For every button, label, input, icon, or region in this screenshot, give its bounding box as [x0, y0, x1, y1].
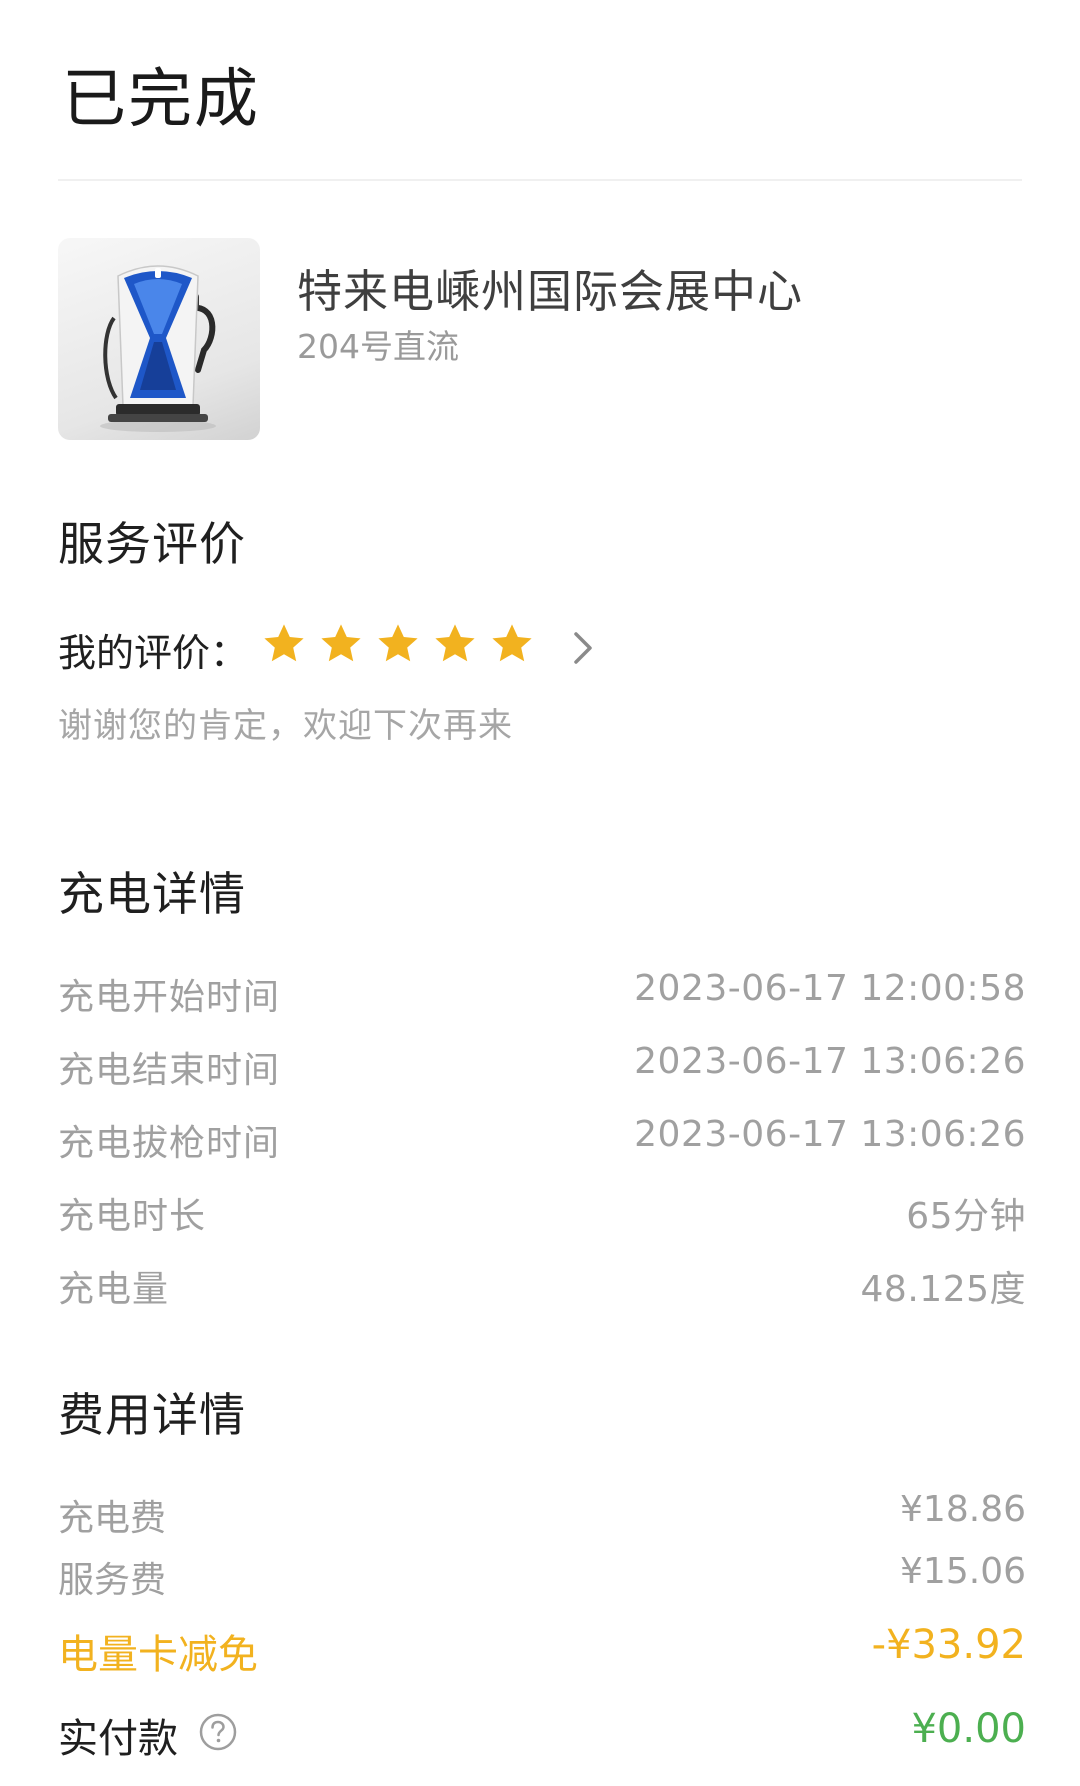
charging-section-title: 充电详情	[58, 867, 246, 921]
fee-value: ¥18.86	[900, 1489, 1026, 1530]
detail-label: 充电拔枪时间	[58, 1123, 281, 1164]
paid-amount-row: 实付款 ¥0.00	[58, 1706, 1026, 1762]
chevron-right-icon[interactable]	[568, 628, 598, 668]
detail-value: 2023-06-17 13:06:26	[634, 1114, 1026, 1155]
rating-label: 我的评价：	[58, 631, 249, 675]
paid-value: ¥0.00	[911, 1706, 1026, 1752]
station-name: 特来电嵊州国际会展中心	[297, 265, 804, 318]
paid-label: 实付款	[58, 1716, 178, 1762]
question-circle-icon[interactable]	[198, 1712, 238, 1752]
detail-label: 充电时长	[58, 1196, 207, 1237]
star-icon	[260, 620, 308, 668]
star-icon	[431, 620, 479, 668]
pile-number: 204号直流	[297, 327, 459, 366]
header-divider	[58, 179, 1022, 181]
detail-value: 65分钟	[906, 1196, 1026, 1237]
my-rating-row[interactable]: 我的评价：	[58, 620, 758, 676]
station-card[interactable]: 特来电嵊州国际会展中心 204号直流	[58, 238, 1026, 442]
page-title: 已完成	[62, 63, 260, 137]
charging-pile-image	[58, 238, 260, 440]
star-icon	[488, 620, 536, 668]
detail-label: 充电量	[58, 1269, 170, 1310]
discount-value: -¥33.92	[871, 1622, 1026, 1668]
detail-value: 2023-06-17 13:06:26	[634, 1041, 1026, 1082]
discount-label: 电量卡减免	[58, 1632, 258, 1678]
fees-section-title: 费用详情	[58, 1388, 246, 1442]
detail-value: 2023-06-17 12:00:58	[634, 968, 1026, 1009]
detail-value: 48.125度	[860, 1269, 1026, 1310]
charge-end-row: 充电结束时间 2023-06-17 13:06:26	[58, 1041, 1026, 1091]
fee-value: ¥15.06	[900, 1551, 1026, 1592]
rating-section-title: 服务评价	[58, 517, 246, 571]
rating-thanks-text: 谢谢您的肯定，欢迎下次再来	[58, 706, 513, 746]
charge-duration-row: 充电时长 65分钟	[58, 1187, 1026, 1237]
star-icon	[374, 620, 422, 668]
detail-label: 充电开始时间	[58, 977, 281, 1018]
charge-fee-row: 充电费 ¥18.86	[58, 1489, 1026, 1539]
fee-label: 服务费	[58, 1560, 167, 1601]
star-icon	[317, 620, 365, 668]
unplug-time-row: 充电拔枪时间 2023-06-17 13:06:26	[58, 1114, 1026, 1164]
charge-amount-row: 充电量 48.125度	[58, 1260, 1026, 1310]
detail-label: 充电结束时间	[58, 1050, 281, 1091]
charge-start-row: 充电开始时间 2023-06-17 12:00:58	[58, 968, 1026, 1018]
charging-pile-illustration	[100, 265, 216, 432]
service-fee-row: 服务费 ¥15.06	[58, 1551, 1026, 1601]
fee-label: 充电费	[58, 1498, 167, 1539]
discount-row: 电量卡减免 -¥33.92	[58, 1622, 1026, 1678]
